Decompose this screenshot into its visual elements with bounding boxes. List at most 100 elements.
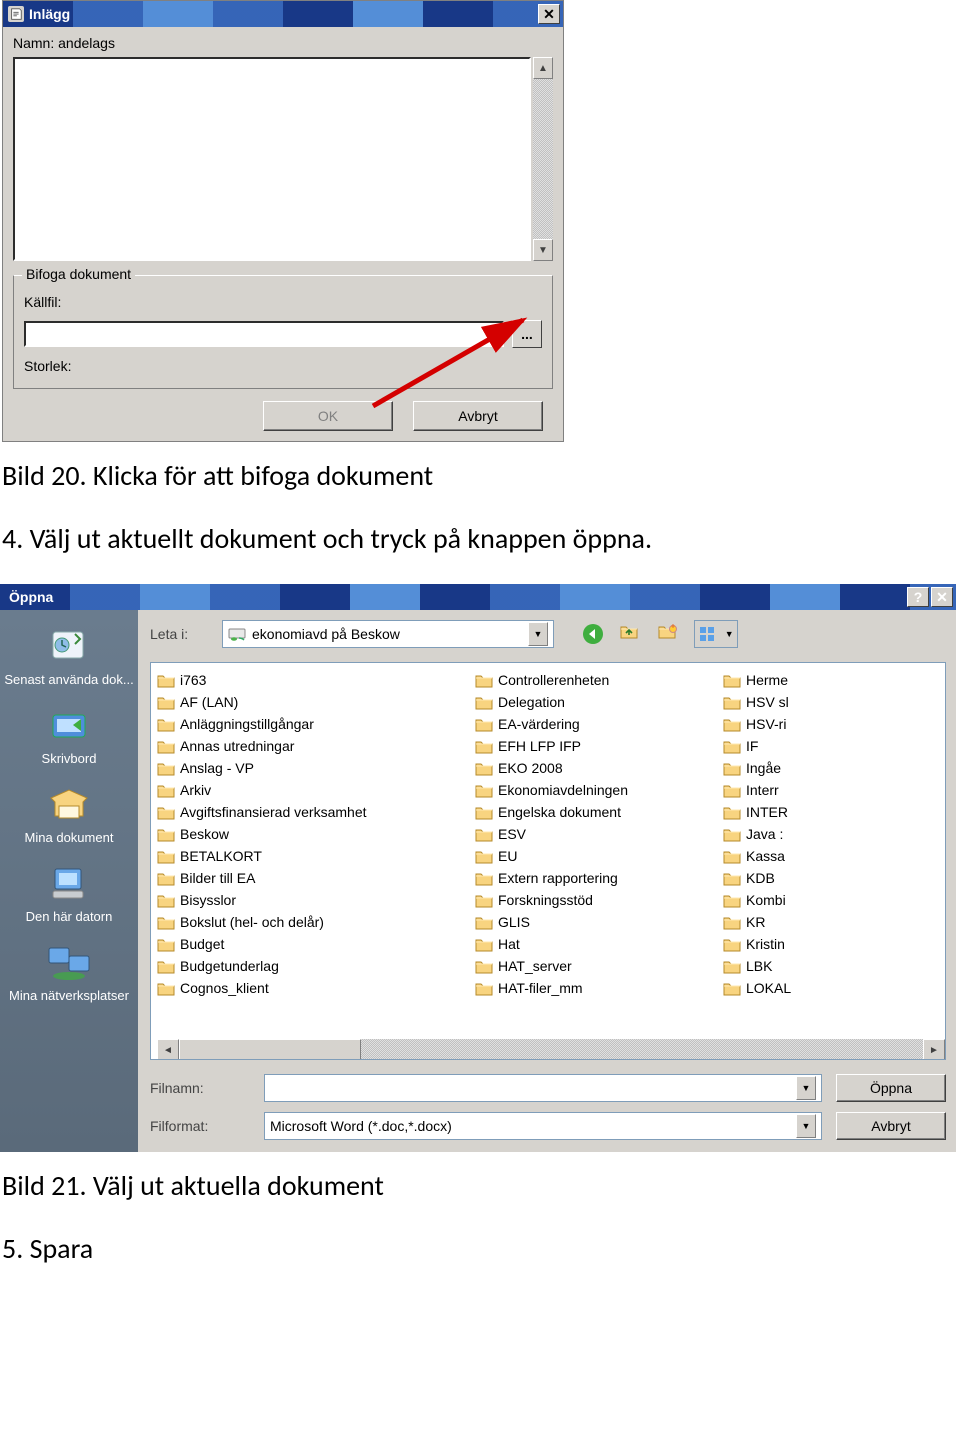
folder-item[interactable]: Java : xyxy=(723,823,813,845)
scroll-left-button[interactable]: ◄ xyxy=(157,1039,179,1060)
folder-item[interactable]: HAT_server xyxy=(475,955,705,977)
folder-item[interactable]: Kristin xyxy=(723,933,813,955)
folder-label: EFH LFP IFP xyxy=(498,738,581,754)
folder-item[interactable]: Kombi xyxy=(723,889,813,911)
folder-item[interactable]: Delegation xyxy=(475,691,705,713)
folder-label: Ekonomiavdelningen xyxy=(498,782,628,798)
folder-label: Herme xyxy=(746,672,788,688)
folder-icon xyxy=(475,849,493,864)
folder-item[interactable]: Budget xyxy=(157,933,457,955)
folder-item[interactable]: EA-värdering xyxy=(475,713,705,735)
oppna-dialog: Öppna ? ✕ Senast använda dok...Skrivbord… xyxy=(0,584,956,1152)
folder-item[interactable]: Arkiv xyxy=(157,779,457,801)
folder-item[interactable]: Bisysslor xyxy=(157,889,457,911)
avbryt-button[interactable]: Avbryt xyxy=(413,401,543,431)
close-button-oppna[interactable]: ✕ xyxy=(931,587,953,607)
scroll-right-button[interactable]: ► xyxy=(923,1039,945,1060)
description-textarea[interactable] xyxy=(13,57,531,261)
folder-label: Ingåe xyxy=(746,760,781,776)
place-icon xyxy=(43,782,95,826)
folder-item[interactable]: i763 xyxy=(157,669,457,691)
caption-bild-20: Bild 20. Klicka för att bifoga dokument xyxy=(2,458,958,493)
folder-item[interactable]: KR xyxy=(723,911,813,933)
file-list[interactable]: i763AF (LAN)AnläggningstillgångarAnnas u… xyxy=(150,662,946,1060)
folder-item[interactable]: Forskningsstöd xyxy=(475,889,705,911)
folder-item[interactable]: INTER xyxy=(723,801,813,823)
folder-icon xyxy=(157,783,175,798)
folder-icon xyxy=(475,893,493,908)
browse-button[interactable]: ... xyxy=(512,320,542,348)
folder-icon xyxy=(157,761,175,776)
folder-item[interactable]: Anläggningstillgångar xyxy=(157,713,457,735)
scrollbar-thumb[interactable] xyxy=(179,1039,361,1060)
textarea-scrollbar[interactable]: ▲ ▼ xyxy=(533,57,553,261)
folder-item[interactable]: LOKAL xyxy=(723,977,813,999)
folder-item[interactable]: Extern rapportering xyxy=(475,867,705,889)
views-button[interactable]: ▼ xyxy=(694,620,738,648)
folder-icon xyxy=(723,871,741,886)
back-icon[interactable] xyxy=(580,621,606,647)
place-item[interactable]: Skrivbord xyxy=(2,699,136,776)
folder-item[interactable]: HAT-filer_mm xyxy=(475,977,705,999)
folder-item[interactable]: Annas utredningar xyxy=(157,735,457,757)
chevron-down-icon[interactable]: ▼ xyxy=(528,622,548,646)
folder-item[interactable]: Ingåe xyxy=(723,757,813,779)
folder-icon xyxy=(157,871,175,886)
folder-item[interactable]: Ekonomiavdelningen xyxy=(475,779,705,801)
location-combo[interactable]: ekonomiavd på Beskow ▼ xyxy=(222,620,554,648)
folder-item[interactable]: IF xyxy=(723,735,813,757)
folder-item[interactable]: Budgetunderlag xyxy=(157,955,457,977)
chevron-down-icon[interactable]: ▼ xyxy=(796,1114,816,1138)
scroll-up-button[interactable]: ▲ xyxy=(533,57,553,79)
folder-label: Kassa xyxy=(746,848,785,864)
folder-icon xyxy=(723,937,741,952)
folder-item[interactable]: Anslag - VP xyxy=(157,757,457,779)
folder-item[interactable]: EU xyxy=(475,845,705,867)
folder-item[interactable]: Cognos_klient xyxy=(157,977,457,999)
folder-label: Interr xyxy=(746,782,779,798)
scroll-down-button[interactable]: ▼ xyxy=(533,239,553,261)
cancel-button-oppna[interactable]: Avbryt xyxy=(836,1112,946,1140)
folder-item[interactable]: EFH LFP IFP xyxy=(475,735,705,757)
filnamn-combo[interactable]: ▼ xyxy=(264,1074,822,1102)
folder-label: Engelska dokument xyxy=(498,804,621,820)
folder-item[interactable]: Engelska dokument xyxy=(475,801,705,823)
horizontal-scrollbar[interactable]: ◄ ► xyxy=(157,1039,945,1059)
place-item[interactable]: Mina nätverksplatser xyxy=(2,936,136,1013)
ok-button[interactable]: OK xyxy=(263,401,393,431)
folder-item[interactable]: EKO 2008 xyxy=(475,757,705,779)
folder-item[interactable]: Bokslut (hel- och delår) xyxy=(157,911,457,933)
open-button[interactable]: Öppna xyxy=(836,1074,946,1102)
folder-item[interactable]: HSV sl xyxy=(723,691,813,713)
chevron-down-icon[interactable]: ▼ xyxy=(796,1076,816,1100)
folder-icon xyxy=(475,673,493,688)
folder-item[interactable]: Avgiftsfinansierad verksamhet xyxy=(157,801,457,823)
folder-item[interactable]: BETALKORT xyxy=(157,845,457,867)
folder-item[interactable]: LBK xyxy=(723,955,813,977)
folder-item[interactable]: Hat xyxy=(475,933,705,955)
close-button[interactable]: ✕ xyxy=(538,4,560,24)
caption-bild-21: Bild 21. Välj ut aktuella dokument xyxy=(2,1168,958,1203)
folder-item[interactable]: Interr xyxy=(723,779,813,801)
help-button[interactable]: ? xyxy=(907,587,929,607)
new-folder-icon[interactable] xyxy=(656,621,682,647)
folder-item[interactable]: ESV xyxy=(475,823,705,845)
place-item[interactable]: Mina dokument xyxy=(2,778,136,855)
folder-item[interactable]: Beskow xyxy=(157,823,457,845)
folder-item[interactable]: GLIS xyxy=(475,911,705,933)
folder-item[interactable]: Controllerenheten xyxy=(475,669,705,691)
folder-icon xyxy=(723,805,741,820)
filformat-combo[interactable]: Microsoft Word (*.doc,*.docx) ▼ xyxy=(264,1112,822,1140)
folder-item[interactable]: AF (LAN) xyxy=(157,691,457,713)
folder-item[interactable]: HSV-ri xyxy=(723,713,813,735)
place-label: Den här datorn xyxy=(4,909,134,924)
up-folder-icon[interactable] xyxy=(618,621,644,647)
folder-item[interactable]: KDB xyxy=(723,867,813,889)
folder-item[interactable]: Kassa xyxy=(723,845,813,867)
place-item[interactable]: Den här datorn xyxy=(2,857,136,934)
folder-item[interactable]: Bilder till EA xyxy=(157,867,457,889)
folder-label: Budget xyxy=(180,936,224,952)
kallfil-input[interactable] xyxy=(24,321,504,347)
folder-item[interactable]: Herme xyxy=(723,669,813,691)
place-item[interactable]: Senast använda dok... xyxy=(2,620,136,697)
